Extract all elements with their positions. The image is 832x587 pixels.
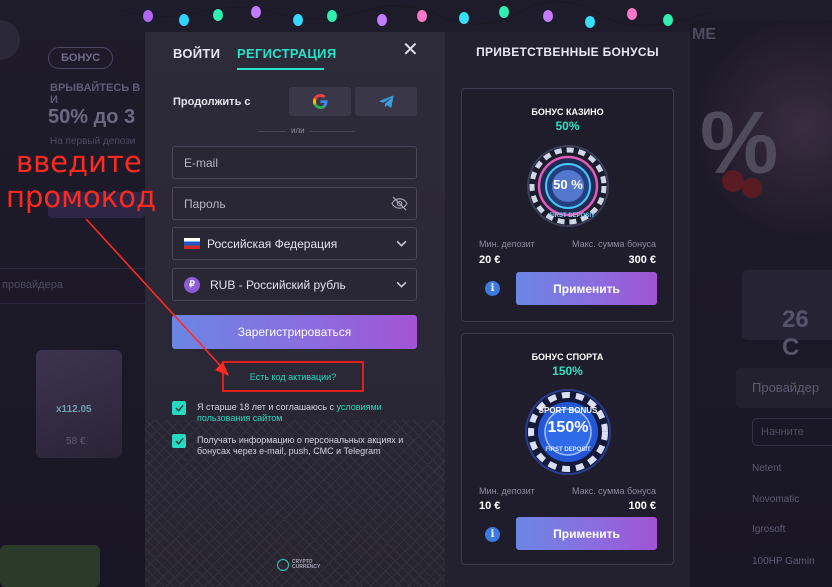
provider-search: провайдера [0,268,145,304]
card-percent: 50% [555,119,580,133]
timer-value: 26 С [782,306,809,361]
light-bulb [213,9,223,21]
max-bonus-value: 300 € [628,254,656,266]
light-bulb [293,14,303,26]
crypto-currency-logo: CRYPTO CURRENCY [277,559,320,571]
max-bonus-label: Макс. сумма бонуса [572,486,656,496]
chip-top-label: SPORT BONUS [538,406,598,415]
logo-line2: CURRENCY [292,564,321,570]
or-label: или [286,126,310,135]
light-bulb [627,8,637,20]
annotation-line1: введите [16,145,142,179]
annotation-line2: промокод [6,180,157,214]
chip-label: 150% [547,419,589,436]
light-bulb [179,14,189,26]
provider-item: Igrosoft [752,524,786,535]
max-bonus-label: Макс. сумма бонуса [572,239,656,249]
apply-sport-bonus-button[interactable]: Применить [516,517,657,550]
bonuses-title: ПРИВЕТСТВЕННЫЕ БОНУСЫ [476,45,659,59]
christmas-lights [120,0,710,28]
screen: БОНУС ВРЫВАЙТЕСЬ В И 50% до 3 На первый … [0,0,832,587]
light-bulb [377,14,387,26]
currency-value: RUB - Российский рубль [210,277,346,292]
game-multiplier: x112.05 [56,404,92,415]
check-icon [174,404,184,412]
light-bulb [459,12,469,24]
country-value: Российская Федерация [207,236,338,251]
background-edge [0,20,20,60]
provider-item: Netent [752,463,782,474]
game-thumbnail-2 [0,545,100,587]
ruble-icon: ₽ [184,276,200,293]
google-icon [312,94,328,109]
tab-active-underline [237,68,324,70]
provider-item: 100HP Gamin [752,556,815,567]
telegram-login-button[interactable] [355,87,417,116]
min-deposit-label: Мин. депозит [479,486,535,496]
card-title: БОНУС КАЗИНО [531,107,604,117]
providers-title: Провайдер [736,368,832,408]
light-bulb [499,6,509,18]
currency-select[interactable]: ₽ RUB - Российский рубль [172,268,417,301]
cherry-icon [722,170,744,192]
chevron-down-icon [396,281,407,288]
continue-with-label: Продолжить с [173,96,251,108]
age-terms-checkbox[interactable] [172,401,186,415]
chip-sub: FIRST DEPOSIT [545,447,591,453]
age-terms-label: Я старше 18 лет и соглашаюсь с условиями… [197,402,422,424]
light-bulb [663,14,673,26]
telegram-icon [378,95,394,108]
russia-flag-icon [184,238,200,249]
email-placeholder: E-mail [184,155,219,170]
light-bulb [251,6,261,18]
min-deposit-value: 10 € [479,500,501,512]
promo-amount: 50% до 3 [48,106,136,128]
light-bulb [585,16,595,28]
light-bulb [327,10,337,22]
eye-off-icon[interactable] [391,196,408,211]
tab-register[interactable]: РЕГИСТРАЦИЯ [237,46,336,61]
promo-title: ВРЫВАЙТЕСЬ В И [50,82,141,106]
country-select[interactable]: Российская Федерация [172,227,417,260]
apply-casino-bonus-button[interactable]: Применить [516,272,657,305]
game-price: 58 € [66,436,86,447]
info-icon[interactable]: i [485,527,500,542]
light-bulb [543,10,553,22]
activation-code-link[interactable]: Есть код активации? [222,361,364,392]
crypto-logo-icon [277,559,289,571]
age-terms-text: Я старше 18 лет и соглашаюсь с [197,402,337,412]
check-icon [174,437,184,445]
marketing-checkbox[interactable] [172,434,186,448]
card-title: БОНУС СПОРТА [531,352,604,362]
chevron-down-icon [396,240,407,247]
chip-sub: FIRST DEPOSIT [549,213,595,219]
light-bulb [417,10,427,22]
register-button[interactable]: Зарегистрироваться [172,315,417,349]
info-icon[interactable]: i [485,281,500,296]
password-placeholder: Пароль [184,196,226,211]
min-deposit-label: Мин. депозит [479,239,535,249]
casino-bonus-card: БОНУС КАЗИНО 50% 50 % FIRST DEPOSIT Мин.… [461,88,674,322]
password-field[interactable]: Пароль [172,187,417,220]
card-percent: 150% [552,364,583,378]
min-deposit-value: 20 € [479,254,501,266]
chip-label: 50 % [553,177,583,192]
google-login-button[interactable] [289,87,351,116]
provider-item: Novomatic [752,494,800,505]
light-bulb [143,10,153,22]
sport-bonus-card: БОНУС СПОРТА 150% SPORT BONUS 150% FIRST… [461,333,674,565]
cherry-icon-2 [742,178,762,198]
bonus-badge: БОНУС [48,47,114,69]
tab-login[interactable]: ВОЙТИ [173,46,220,61]
close-icon[interactable]: ✕ [402,40,419,60]
background-left: БОНУС ВРЫВАЙТЕСЬ В И 50% до 3 На первый … [0,0,145,587]
email-field[interactable]: E-mail [172,146,417,179]
marketing-label: Получать информацию о персональных акция… [197,435,404,456]
max-bonus-value: 100 € [628,500,656,512]
providers-search: Начните [752,418,832,446]
